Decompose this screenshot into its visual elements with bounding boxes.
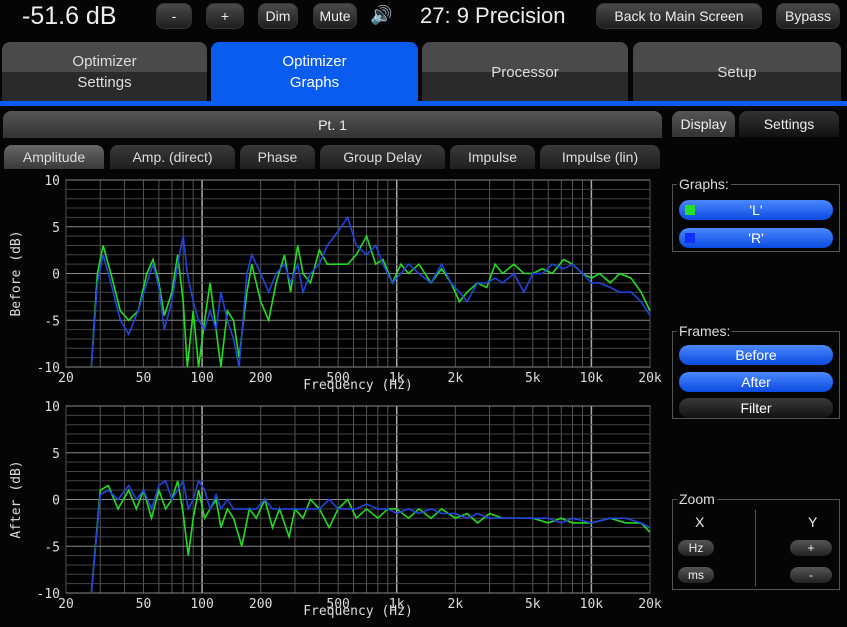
graphs-group: Graphs: 'L' 'R' (672, 176, 840, 252)
side-tab-display[interactable]: Display (672, 111, 735, 137)
frame-filter-toggle[interactable]: Filter (679, 398, 833, 418)
y-tick-label: 5 (52, 221, 60, 236)
subtab-impulse-lin[interactable]: Impulse (lin) (540, 145, 660, 169)
tab-processor[interactable]: Processor (422, 42, 628, 102)
graphs-label: Graphs: (677, 176, 731, 192)
x-tick-label: 200 (249, 597, 272, 612)
y-axis-label: Before (dB) (9, 230, 24, 316)
volume-up-button[interactable]: + (206, 3, 244, 29)
frames-group: Frames: Before After Filter (672, 323, 840, 419)
y-tick-label: 0 (52, 494, 60, 509)
zoom-label: Zoom (677, 491, 717, 507)
x-tick-label: 50 (136, 371, 152, 386)
tab-optimizer-graphs[interactable]: Optimizer Graphs (211, 42, 418, 102)
y-tick-label: -10 (37, 361, 60, 376)
y-tick-label: 10 (44, 174, 60, 189)
l-color-swatch (685, 205, 695, 215)
subtab-amp-direct[interactable]: Amp. (direct) (110, 145, 235, 169)
position-selector[interactable]: Pt. 1 (3, 111, 662, 138)
zoom-y-out-button[interactable]: - (790, 567, 832, 583)
frame-after-toggle[interactable]: After (679, 372, 833, 392)
x-axis-label: Frequency (Hz) (303, 378, 413, 393)
zoom-y-label: Y (808, 514, 818, 530)
x-tick-label: 20k (638, 597, 662, 612)
side-tab-settings[interactable]: Settings (739, 111, 839, 137)
tab-setup[interactable]: Setup (633, 42, 841, 102)
tab-underline (0, 101, 847, 106)
subtab-amplitude[interactable]: Amplitude (4, 145, 104, 169)
x-tick-label: 20 (58, 597, 74, 612)
amplitude-charts: 1050-5-1020 50 100 200 500 1k 2k 5k 10k 20kFreque… (9, 174, 662, 619)
x-tick-label: 5k (525, 597, 541, 612)
back-to-main-button[interactable]: Back to Main Screen (596, 3, 762, 29)
x-tick-label: 2k (448, 597, 464, 612)
zoom-x-label: X (695, 514, 705, 530)
mute-button[interactable]: Mute (313, 3, 357, 29)
preset-name: 27: 9 Precision (420, 3, 566, 28)
tab-optimizer-settings[interactable]: Optimizer Settings (2, 42, 207, 102)
bypass-button[interactable]: Bypass (776, 3, 840, 29)
y-axis-label: After (dB) (9, 460, 24, 538)
y-tick-label: 0 (52, 268, 60, 283)
zoom-group: Zoom X Y Hz ms + - (672, 491, 840, 590)
dim-button[interactable]: Dim (258, 3, 298, 29)
x-tick-label: 20 (58, 371, 74, 386)
y-tick-label: 10 (44, 400, 60, 415)
subtab-group-delay[interactable]: Group Delay (320, 145, 445, 169)
y-tick-label: 5 (52, 447, 60, 462)
subtab-impulse[interactable]: Impulse (450, 145, 535, 169)
x-tick-label: 100 (190, 597, 213, 612)
x-tick-label: 5k (525, 371, 541, 386)
x-tick-label: 10k (580, 597, 604, 612)
graph-l-label: 'L' (749, 202, 763, 218)
subtab-phase[interactable]: Phase (240, 145, 315, 169)
r-color-swatch (685, 233, 695, 243)
graph-r-label: 'R' (748, 230, 764, 246)
zoom-x-ms-button[interactable]: ms (678, 567, 714, 583)
frame-before-toggle[interactable]: Before (679, 345, 833, 365)
x-axis-label: Frequency (Hz) (303, 604, 413, 619)
x-tick-label: 200 (249, 371, 272, 386)
x-tick-label: 100 (190, 371, 213, 386)
x-tick-label: 2k (448, 371, 464, 386)
y-tick-label: -5 (44, 314, 60, 329)
speaker-icon: 🔊 (370, 5, 393, 25)
y-tick-label: -5 (44, 540, 60, 555)
graph-toggle-r[interactable]: 'R' (679, 228, 833, 248)
x-tick-label: 50 (136, 597, 152, 612)
volume-readout: -51.6 dB (22, 2, 117, 30)
x-tick-label: 10k (580, 371, 604, 386)
zoom-divider (755, 510, 756, 586)
volume-down-button[interactable]: - (156, 3, 192, 29)
y-tick-label: -10 (37, 587, 60, 602)
graph-toggle-l[interactable]: 'L' (679, 200, 833, 220)
frames-label: Frames: (677, 323, 733, 339)
x-tick-label: 20k (638, 371, 662, 386)
zoom-x-hz-button[interactable]: Hz (678, 540, 714, 556)
zoom-y-in-button[interactable]: + (790, 540, 832, 556)
